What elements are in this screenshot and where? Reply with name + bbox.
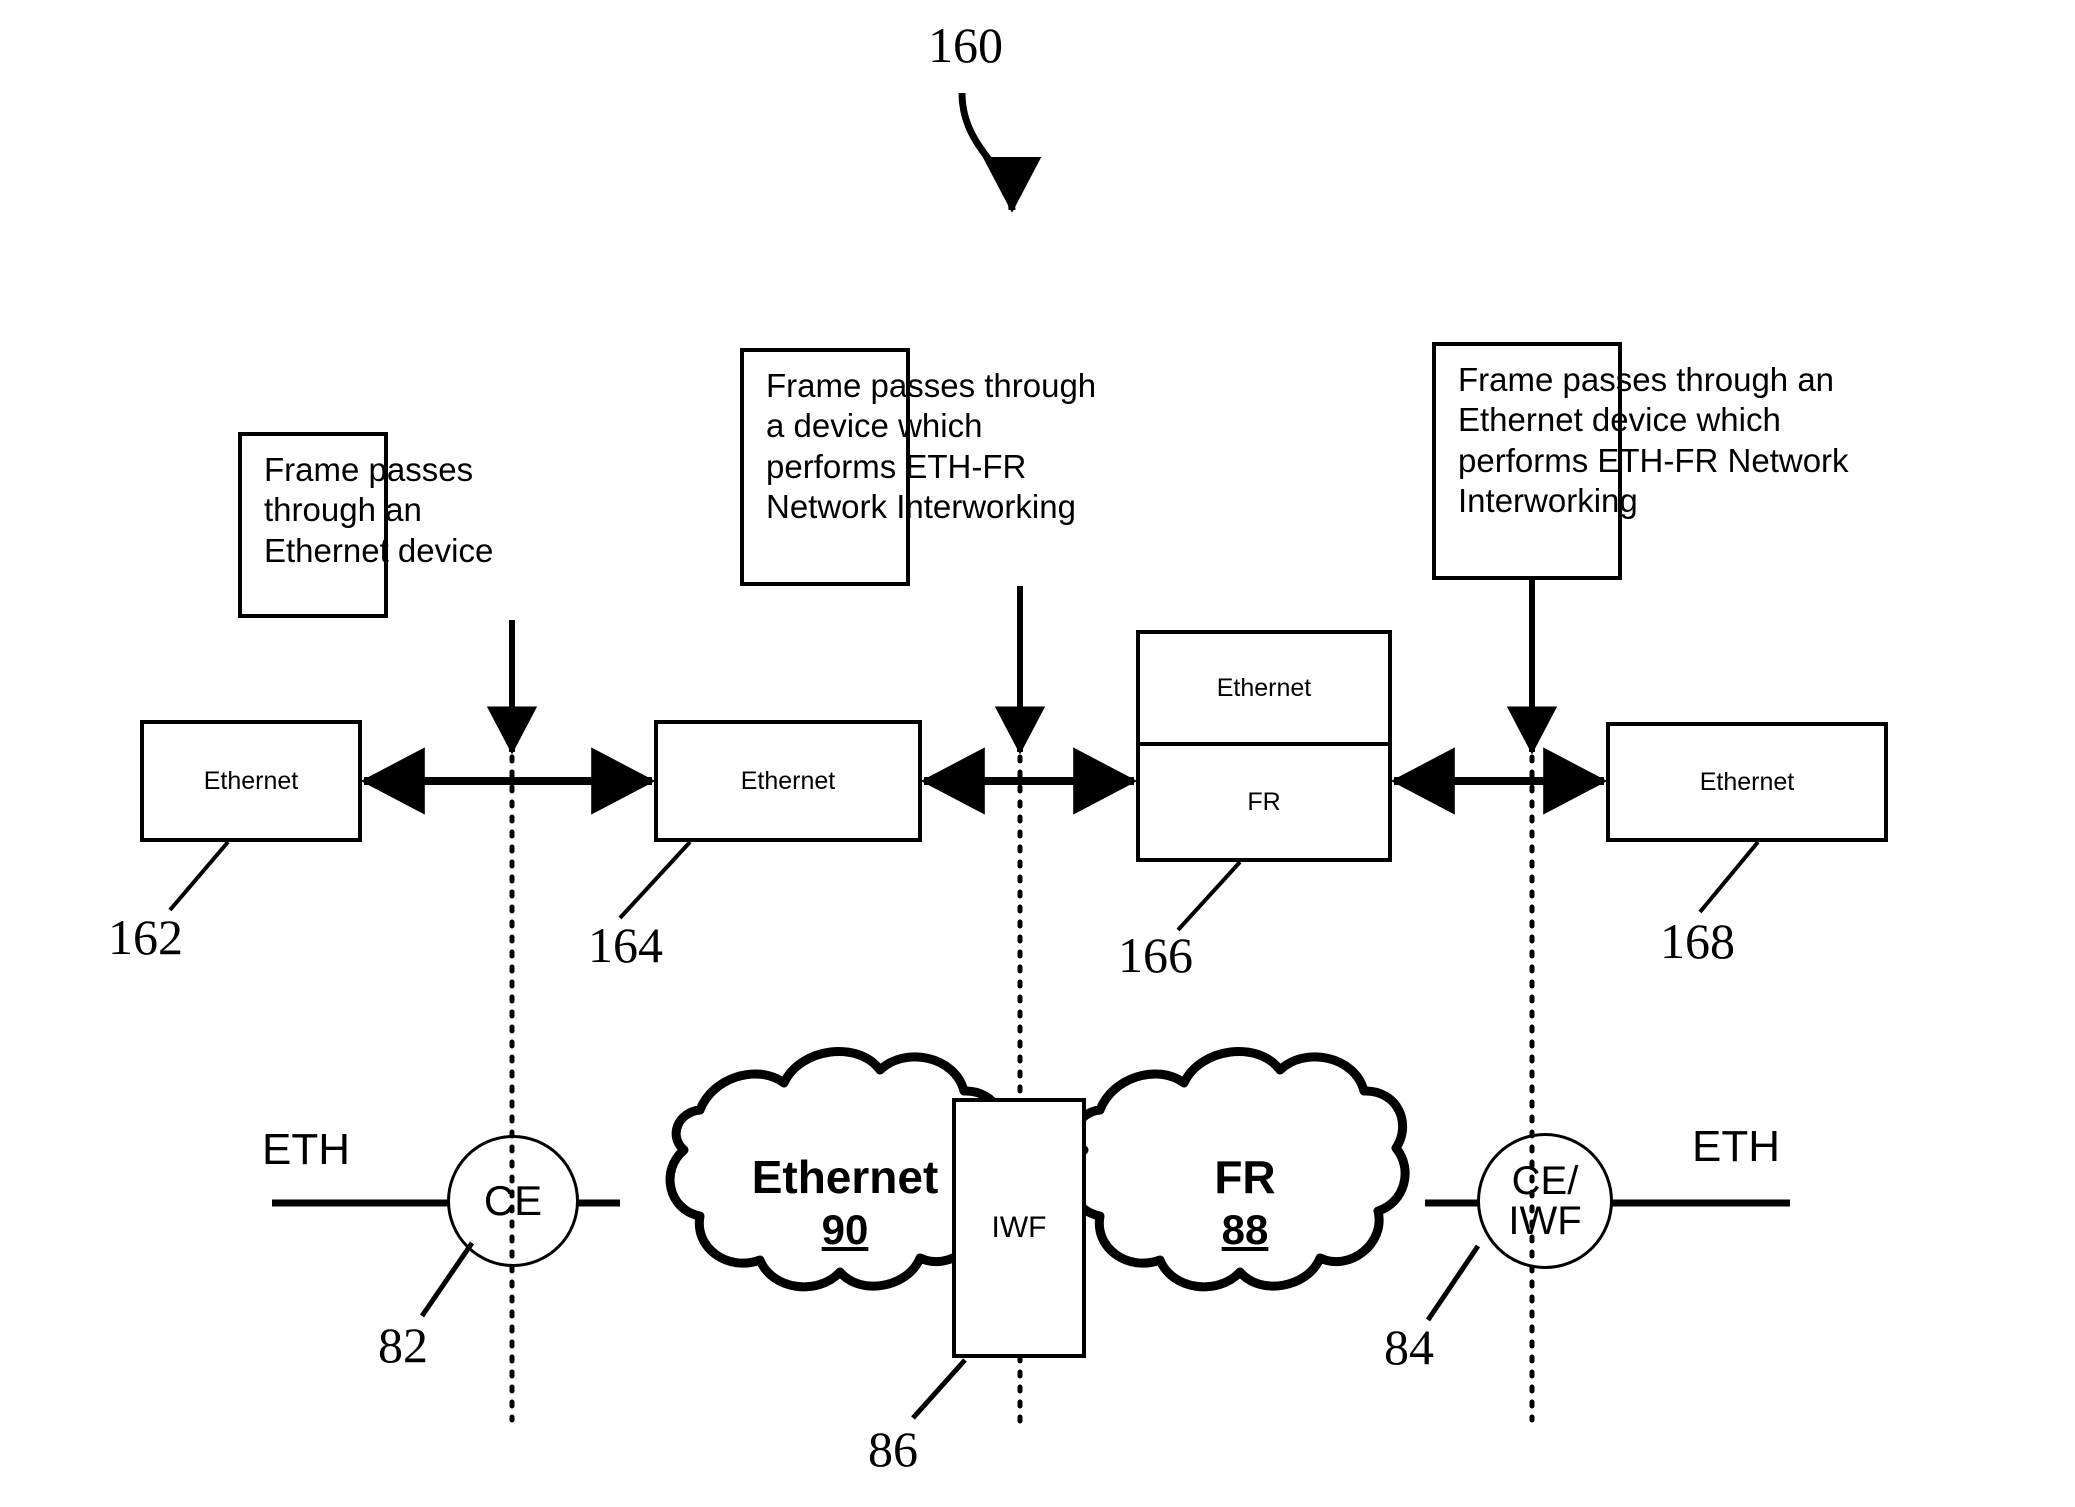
ce-node: CE [447, 1135, 579, 1267]
frame-reference-leaders [168, 840, 1760, 932]
frame-box-164: Ethernet [654, 720, 922, 842]
callout-line: a device which [766, 407, 983, 445]
figure-number: 160 [928, 17, 1003, 73]
frame-box-162-label: Ethernet [203, 766, 299, 795]
network-reference-leaders [419, 1241, 1481, 1420]
frame-box-166: Ethernet FR [1136, 630, 1392, 862]
iwf-box-ref: 86 [868, 1421, 918, 1477]
callout-line: Interworking [1458, 481, 1638, 519]
frame-box-168-label: Ethernet [1699, 767, 1795, 796]
frame-ref-168: 168 [1660, 913, 1735, 969]
callout-line: Frame passes through an [1458, 361, 1835, 398]
ce-node-ref: 82 [378, 1317, 428, 1373]
frame-box-162: Ethernet [140, 720, 362, 842]
callout-line: Frame passes through [766, 367, 1097, 404]
callout-ethernet-eth-fr-interworking: Frame passes through an Ethernet device … [1432, 342, 1849, 580]
callout-line: Frame passes [264, 451, 474, 488]
callout-ethernet-device: Frame passes through an Ethernet device [238, 432, 494, 618]
frame-ref-164: 164 [588, 917, 663, 973]
callout-line: through an [264, 491, 422, 529]
frame-box-166-label-ethernet: Ethernet [1140, 634, 1388, 746]
eth-label-right: ETH [1692, 1122, 1780, 1171]
ce-iwf-node-line1: CE/ [1511, 1159, 1579, 1203]
patent-figure-160: 160 Frame passes through an Ethernet dev… [0, 0, 2075, 1507]
iwf-box: IWF [952, 1098, 1086, 1358]
ce-iwf-node-line2: IWF [1508, 1199, 1582, 1243]
frame-box-164-label: Ethernet [740, 766, 836, 795]
callout-line: Network Interworking [766, 487, 1076, 525]
ce-node-label: CE [483, 1177, 543, 1224]
frame-ref-162: 162 [108, 909, 183, 965]
fr-cloud-ref: 88 [1221, 1206, 1269, 1253]
ce-iwf-node-ref: 84 [1384, 1319, 1434, 1375]
callout-line: performs ETH-FR Network [1458, 441, 1849, 479]
callout-eth-fr-interworking: Frame passes through a device which perf… [740, 348, 1097, 586]
frame-box-166-label-fr: FR [1247, 787, 1281, 816]
frame-ref-166: 166 [1118, 927, 1193, 983]
fr-cloud-name: FR [1214, 1151, 1276, 1203]
figure-number-leader-arrow [958, 92, 1042, 213]
fr-cloud-label: FR 88 [1090, 1150, 1400, 1254]
callout-line: Ethernet device which [1458, 401, 1781, 439]
callout-line: Ethernet device [264, 531, 494, 569]
ce-iwf-node: CE/ IWF [1477, 1133, 1613, 1269]
iwf-box-label: IWF [991, 1211, 1047, 1244]
callout-line: performs ETH-FR [766, 447, 1027, 485]
frame-box-168: Ethernet [1606, 722, 1888, 842]
eth-label-left: ETH [262, 1125, 350, 1174]
